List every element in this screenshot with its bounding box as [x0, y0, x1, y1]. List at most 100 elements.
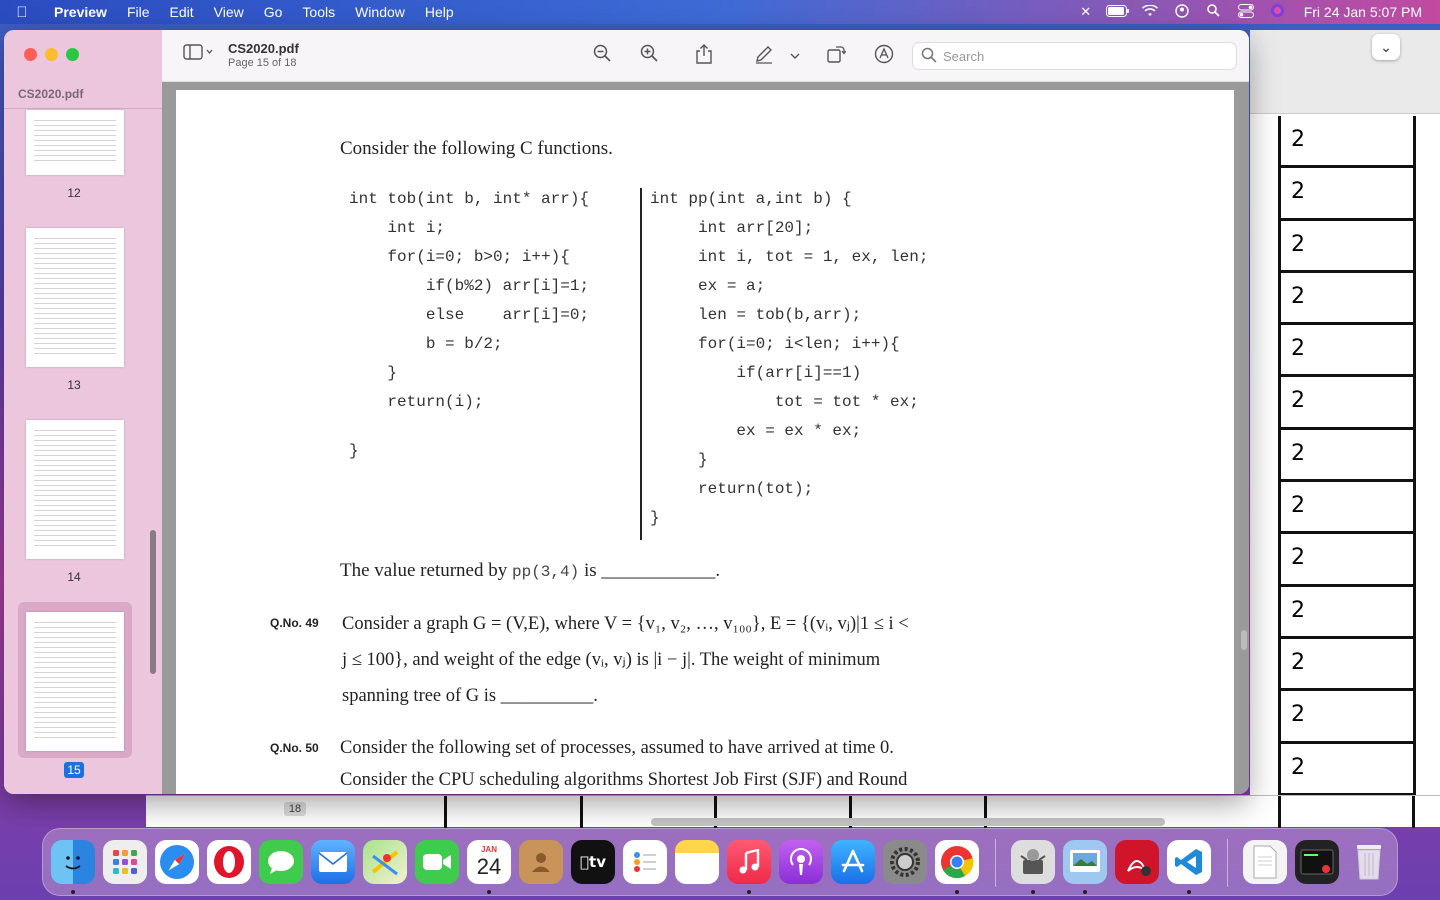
question-48-text: The value returned by pp(3,4) is _______… — [340, 560, 720, 582]
apple-menu-icon[interactable]:  — [0, 4, 44, 21]
menu-app-name[interactable]: Preview — [44, 0, 117, 24]
menu-tools[interactable]: Tools — [292, 0, 345, 24]
menu-help[interactable]: Help — [415, 0, 464, 24]
vertical-scrollbar[interactable] — [1241, 630, 1247, 650]
document-canvas[interactable]: Consider the following C functions. int … — [162, 82, 1249, 794]
page-indicator: Page 15 of 18 — [228, 57, 297, 69]
finder-icon[interactable] — [51, 840, 95, 884]
terminal-icon[interactable] — [1295, 840, 1339, 884]
menu-view[interactable]: View — [204, 0, 254, 24]
chevron-down-icon[interactable]: ⌄ — [1372, 34, 1400, 60]
close-button[interactable] — [24, 48, 37, 61]
minimize-button[interactable] — [45, 48, 58, 61]
opera-icon[interactable] — [207, 840, 251, 884]
zoom-out-icon[interactable] — [590, 44, 614, 68]
calendar-day: 24 — [476, 854, 502, 879]
thumbnail-label-selected: 15 — [64, 762, 84, 778]
preview-icon[interactable] — [1063, 840, 1107, 884]
vscode-icon[interactable] — [1167, 840, 1211, 884]
siri-icon[interactable] — [1262, 3, 1294, 21]
settings-icon[interactable] — [883, 840, 927, 884]
table-cell: 2 — [1278, 377, 1413, 430]
messages-icon[interactable] — [259, 840, 303, 884]
mail-icon[interactable] — [311, 840, 355, 884]
thumbnail-sidebar: CS2020.pdf 12 13 14 15 — [4, 30, 162, 794]
spotlight-icon[interactable] — [1198, 4, 1230, 20]
appstore-icon[interactable] — [831, 840, 875, 884]
annotate-icon[interactable] — [872, 44, 896, 68]
wifi-icon[interactable] — [1134, 3, 1166, 20]
maps-icon[interactable] — [363, 840, 407, 884]
code-line: ex = a; — [650, 277, 766, 295]
table-cell: 2 — [1278, 638, 1413, 692]
table-rule — [1412, 796, 1415, 828]
code-line: else arr[i]=0; — [349, 306, 590, 324]
document-icon[interactable] — [1243, 840, 1287, 884]
running-indicator — [1187, 890, 1191, 894]
music-icon[interactable] — [727, 840, 771, 884]
automator-icon[interactable] — [1011, 840, 1055, 884]
appletv-icon[interactable]: tv — [571, 840, 615, 884]
page-thumbnail[interactable] — [26, 228, 124, 367]
question-intro: Consider the following C functions. — [340, 138, 613, 159]
zoom-in-icon[interactable] — [637, 44, 661, 68]
code-line: if(arr[i]==1) — [650, 364, 862, 382]
zoom-button[interactable] — [66, 48, 79, 61]
preview-window: CS2020.pdf 12 13 14 15 CS2020.pdf Page 1… — [4, 30, 1249, 794]
user-icon[interactable] — [1166, 3, 1198, 21]
acrobat-icon[interactable] — [1115, 840, 1159, 884]
table-cell: 2 — [1278, 168, 1413, 221]
menu-window[interactable]: Window — [345, 0, 415, 24]
running-indicator — [1083, 890, 1087, 894]
podcasts-icon[interactable] — [779, 840, 823, 884]
markup-chevron-down-icon[interactable] — [788, 44, 802, 68]
menu-clock[interactable]: Fri 24 Jan 5:07 PM — [1304, 4, 1422, 20]
sidebar-scrollbar[interactable] — [150, 530, 156, 674]
trash-icon[interactable] — [1347, 840, 1391, 884]
reminders-icon[interactable] — [623, 840, 667, 884]
search-input[interactable] — [943, 47, 1223, 65]
page-thumbnail[interactable] — [26, 110, 124, 175]
code-line: for(i=0; i<len; i++){ — [650, 335, 900, 353]
table-rule — [444, 796, 447, 828]
window-file-name: CS2020.pdf — [228, 41, 299, 56]
markup-pen-icon[interactable] — [752, 44, 776, 68]
chrome-icon[interactable] — [935, 840, 979, 884]
menu-go[interactable]: Go — [254, 0, 293, 24]
table-rule — [1278, 796, 1281, 828]
battery-icon[interactable] — [1102, 4, 1134, 20]
question-49-line2: j ≤ 100}, and weight of the edge (vᵢ, vⱼ… — [342, 650, 881, 670]
search-box — [912, 42, 1237, 70]
question-50-line1: Consider the following set of processes,… — [340, 738, 894, 758]
sidebar-toggle-icon[interactable] — [180, 44, 216, 68]
table-cell: 2 — [1278, 482, 1413, 535]
control-center-icon[interactable] — [1230, 3, 1262, 21]
contacts-icon[interactable] — [519, 840, 563, 884]
facetime-icon[interactable] — [415, 840, 459, 884]
share-icon[interactable] — [692, 44, 716, 68]
code-line: tot = tot * ex; — [650, 393, 919, 411]
rotate-icon[interactable] — [824, 44, 848, 68]
menu-file[interactable]: File — [117, 0, 160, 24]
page-thumbnail[interactable] — [26, 420, 124, 559]
calendar-icon[interactable]: JAN 24 — [467, 840, 511, 884]
safari-icon[interactable] — [155, 840, 199, 884]
launchpad-icon[interactable] — [103, 840, 147, 884]
search-icon — [921, 47, 937, 67]
code-line: ex = ex * ex; — [650, 422, 862, 440]
table-cell: 2 — [1278, 534, 1413, 587]
notes-icon[interactable] — [675, 840, 719, 884]
code-line: int pp(int a,int b) { — [650, 190, 852, 208]
page-thumbnail-selected[interactable] — [26, 612, 124, 751]
code-line: for(i=0; b>0; i++){ — [349, 248, 570, 266]
menu-edit[interactable]: Edit — [160, 0, 204, 24]
question-49-line3: spanning tree of G is __________. — [342, 686, 598, 706]
background-table: 2 2 2 2 2 2 2 2 2 2 2 2 2 — [1278, 116, 1416, 796]
code-line: len = tob(b,arr); — [650, 306, 862, 324]
horizontal-scrollbar[interactable] — [651, 818, 1165, 826]
running-indicator — [487, 890, 491, 894]
mic-off-icon[interactable]: ✕ — [1070, 4, 1102, 20]
code-line: int i, tot = 1, ex, len; — [650, 248, 929, 266]
running-indicator — [747, 890, 751, 894]
pdf-page: Consider the following C functions. int … — [176, 90, 1234, 794]
